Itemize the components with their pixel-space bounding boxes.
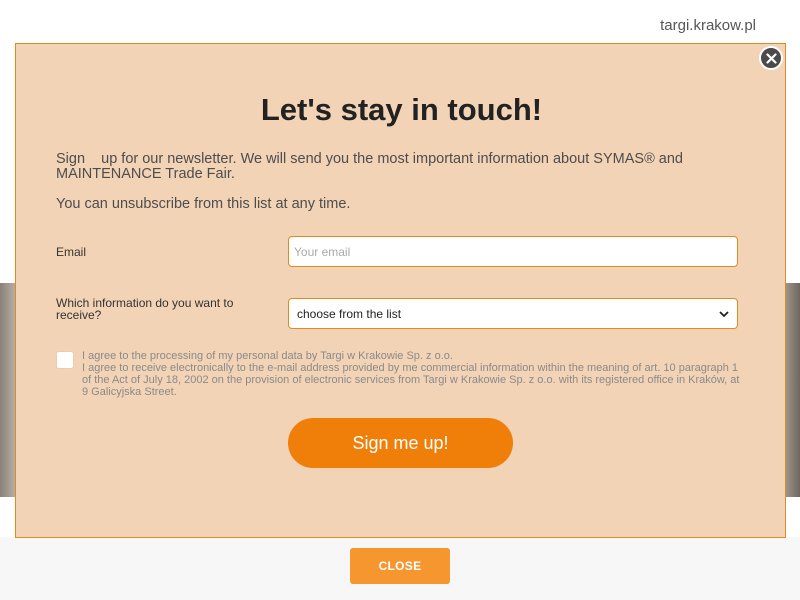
consent-line-1: I agree to the processing of my personal… <box>82 350 453 362</box>
unsubscribe-note: You can unsubscribe from this list at an… <box>56 196 351 212</box>
close-x-icon[interactable] <box>759 46 783 70</box>
site-domain-link[interactable]: targi.krakow.pl <box>660 17 756 34</box>
consent-line-2: I agree to receive electronically to the… <box>82 362 740 398</box>
email-label: Email <box>56 245 87 259</box>
intro-line-1: Sign up for our newsletter. We will send… <box>56 151 683 167</box>
close-button[interactable]: CLOSE <box>350 548 450 584</box>
info-select-label: Which information do you want to receive… <box>56 296 234 322</box>
sign-up-button[interactable]: Sign me up! <box>288 418 513 468</box>
email-field[interactable] <box>288 236 738 267</box>
consent-text: I agree to the processing of my personal… <box>82 350 742 398</box>
intro-line-2: MAINTENANCE Trade Fair. <box>56 166 235 182</box>
consent-checkbox[interactable] <box>56 351 74 369</box>
chevron-down-icon <box>719 307 729 321</box>
info-select-value: choose from the list <box>297 306 402 321</box>
modal-title: Let's stay in touch! <box>260 92 543 127</box>
intro-text: Sign up for our newsletter. We will send… <box>56 152 746 182</box>
info-select[interactable]: choose from the list <box>288 298 738 329</box>
newsletter-modal: Let's stay in touch! Sign up for our new… <box>15 43 786 538</box>
